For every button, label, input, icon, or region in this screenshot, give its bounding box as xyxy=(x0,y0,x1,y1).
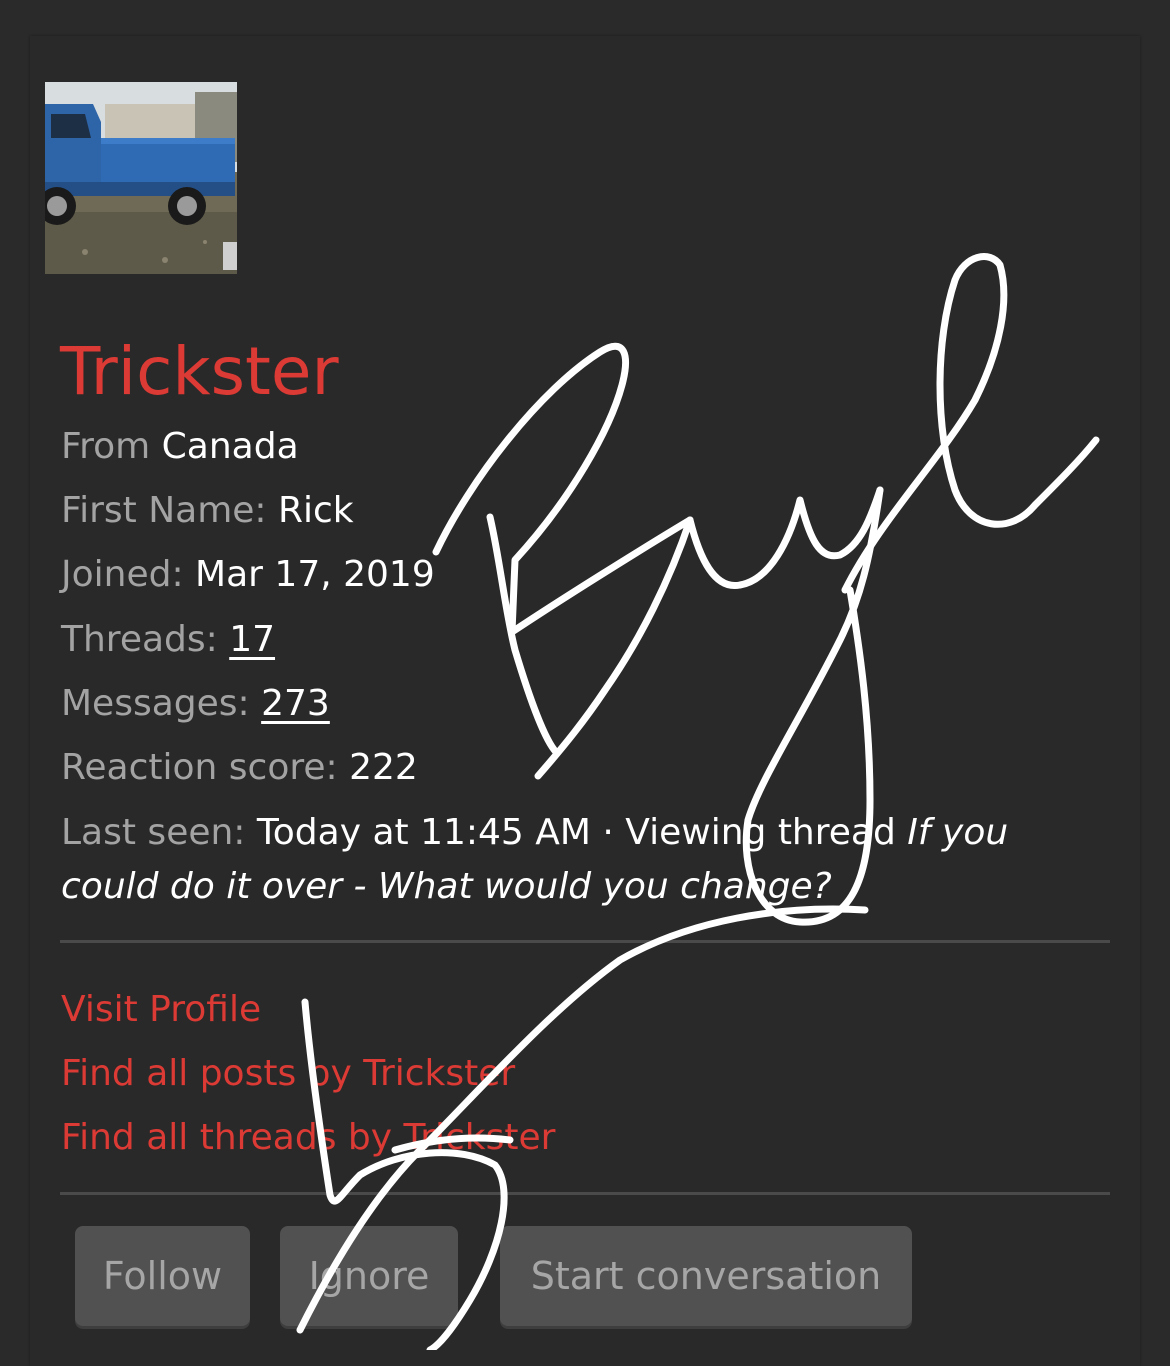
divider xyxy=(60,1192,1110,1195)
last-seen-row: Last seen: Today at 11:45 AM · Viewing t… xyxy=(61,806,1111,914)
joined-value: Mar 17, 2019 xyxy=(195,554,435,595)
joined-label: Joined: xyxy=(61,554,184,595)
ignore-button[interactable]: Ignore xyxy=(280,1226,458,1326)
find-posts-link[interactable]: Find all posts by Trickster xyxy=(61,1052,515,1096)
divider xyxy=(60,940,1110,943)
messages-label: Messages: xyxy=(61,683,250,724)
visit-profile-link[interactable]: Visit Profile xyxy=(61,988,261,1032)
threads-row: Threads: 17 xyxy=(61,618,275,662)
reaction-score-row: Reaction score: 222 xyxy=(61,746,418,790)
first-name-value: Rick xyxy=(278,490,354,531)
avatar[interactable] xyxy=(45,82,237,274)
messages-count-link[interactable]: 273 xyxy=(261,683,330,724)
reaction-score-label: Reaction score: xyxy=(61,747,338,788)
first-name-label: First Name: xyxy=(61,490,267,531)
find-threads-link[interactable]: Find all threads by Trickster xyxy=(61,1116,555,1160)
follow-button[interactable]: Follow xyxy=(75,1226,250,1326)
truck-avatar-image xyxy=(45,82,237,274)
threads-count-link[interactable]: 17 xyxy=(229,619,275,660)
from-label: From xyxy=(61,426,151,467)
first-name-row: First Name: Rick xyxy=(61,489,354,533)
reaction-score-value: 222 xyxy=(349,747,418,788)
last-seen-value: Today at 11:45 AM · Viewing thread xyxy=(256,812,896,853)
start-conversation-button[interactable]: Start conversation xyxy=(500,1226,912,1326)
from-value: Canada xyxy=(161,426,299,467)
last-seen-label: Last seen: xyxy=(61,812,246,853)
threads-label: Threads: xyxy=(61,619,218,660)
joined-row: Joined: Mar 17, 2019 xyxy=(61,553,435,597)
location-row: From Canada xyxy=(61,425,299,469)
messages-row: Messages: 273 xyxy=(61,682,330,726)
username[interactable]: Trickster xyxy=(60,332,339,412)
